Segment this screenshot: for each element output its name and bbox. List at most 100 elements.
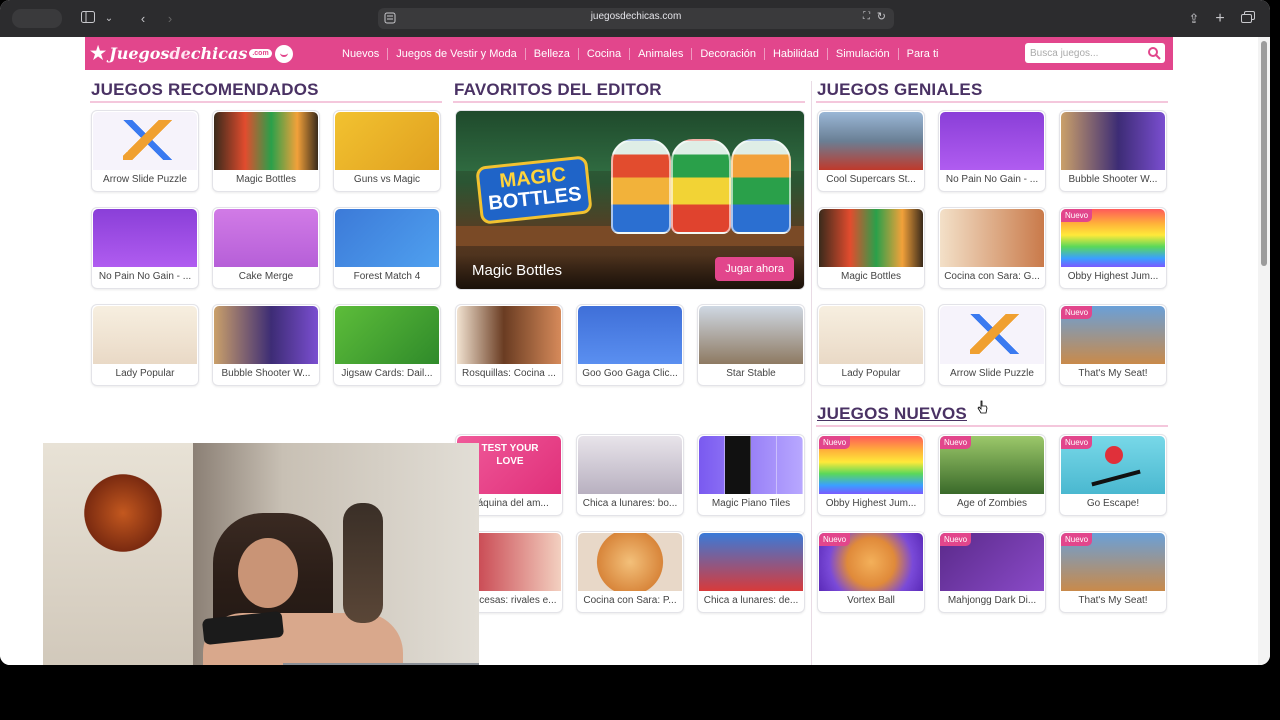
nav-item-simulacion[interactable]: Simulación: [826, 47, 898, 60]
game-thumbnail[interactable]: [93, 306, 197, 364]
game-card[interactable]: Chica a lunares: de...: [697, 531, 805, 613]
address-bar[interactable]: juegosdechicas.com ⛶ ↻: [378, 8, 894, 29]
game-card[interactable]: Star Stable: [697, 304, 805, 386]
game-thumbnail[interactable]: [214, 209, 318, 267]
bottle-red: [611, 139, 671, 234]
game-card[interactable]: No Pain No Gain - ...: [91, 207, 199, 289]
nav-item-vestir[interactable]: Juegos de Vestir y Moda: [387, 47, 524, 60]
game-card[interactable]: Lady Popular: [817, 304, 925, 386]
game-card[interactable]: Chica a lunares: bo...: [576, 434, 684, 516]
scrollbar-thumb[interactable]: [1261, 41, 1267, 266]
game-card[interactable]: Forest Match 4: [333, 207, 441, 289]
game-card[interactable]: Guns vs Magic: [333, 110, 441, 192]
bottle-green: [671, 139, 731, 234]
game-thumbnail[interactable]: [335, 209, 439, 267]
search-icon[interactable]: [1147, 46, 1161, 60]
game-title: Obby Highest Jum...: [1067, 271, 1159, 282]
game-card[interactable]: Bubble Shooter W...: [212, 304, 320, 386]
game-thumbnail[interactable]: [699, 306, 803, 364]
section-title-nuevos[interactable]: JUEGOS NUEVOS: [817, 404, 967, 424]
page-scrollbar[interactable]: [1258, 37, 1270, 665]
game-thumbnail[interactable]: [699, 533, 803, 591]
game-thumbnail[interactable]: [457, 306, 561, 364]
webcam-overlay: [43, 443, 479, 665]
sidebar-toggle-icon[interactable]: [80, 9, 96, 28]
game-title: That's My Seat!: [1078, 595, 1148, 606]
game-title: Age of Zombies: [956, 498, 1028, 509]
game-card[interactable]: Magic Bottles: [817, 207, 925, 289]
game-card[interactable]: Rosquillas: Cocina ...: [455, 304, 563, 386]
game-thumbnail[interactable]: [93, 112, 197, 170]
game-thumbnail[interactable]: [578, 306, 682, 364]
share-icon[interactable]: ⇪: [1186, 9, 1202, 28]
game-card[interactable]: Nuevo Obby Highest Jum...: [1059, 207, 1167, 289]
game-card[interactable]: Cool Supercars St...: [817, 110, 925, 192]
game-card[interactable]: Arrow Slide Puzzle: [938, 304, 1046, 386]
nav-item-habilidad[interactable]: Habilidad: [763, 47, 827, 60]
game-title: Cool Supercars St...: [826, 174, 916, 185]
section-underline: [90, 101, 442, 103]
game-card[interactable]: Nuevo That's My Seat!: [1059, 531, 1167, 613]
new-badge: Nuevo: [940, 436, 972, 449]
game-card[interactable]: Nuevo Mahjongg Dark Di...: [938, 531, 1046, 613]
game-card[interactable]: Nuevo Obby Highest Jum...: [817, 434, 925, 516]
game-thumbnail[interactable]: [819, 209, 923, 267]
game-title: No Pain No Gain - ...: [945, 174, 1039, 185]
play-now-button[interactable]: Jugar ahora: [715, 257, 794, 281]
game-card[interactable]: Nuevo Vortex Ball: [817, 531, 925, 613]
game-thumbnail[interactable]: [819, 112, 923, 170]
game-title: Bubble Shooter W...: [1068, 174, 1158, 185]
chevron-down-icon[interactable]: ⌄: [103, 9, 115, 28]
game-thumbnail[interactable]: [699, 436, 803, 494]
featured-game[interactable]: MAGIC BOTTLES Magic Bottles Jugar ahora: [455, 110, 805, 290]
game-title: Cocina con Sara: G...: [944, 271, 1040, 282]
game-card[interactable]: Goo Goo Gaga Clic...: [576, 304, 684, 386]
window-controls[interactable]: [12, 9, 62, 28]
game-thumbnail[interactable]: [940, 209, 1044, 267]
reload-icon[interactable]: ↻: [877, 10, 886, 23]
game-thumbnail[interactable]: [940, 112, 1044, 170]
featured-caption: Magic Bottles Jugar ahora: [456, 255, 804, 289]
game-card[interactable]: Magic Piano Tiles: [697, 434, 805, 516]
tab-overview-icon[interactable]: [1240, 9, 1256, 28]
game-title: Jigsaw Cards: Dail...: [341, 368, 433, 379]
logo-part-2: de: [169, 44, 191, 63]
new-tab-icon[interactable]: +: [1212, 9, 1228, 28]
game-thumbnail[interactable]: [93, 209, 197, 267]
game-card[interactable]: Nuevo Age of Zombies: [938, 434, 1046, 516]
game-thumbnail[interactable]: [819, 306, 923, 364]
game-card[interactable]: Lady Popular: [91, 304, 199, 386]
game-thumbnail[interactable]: [214, 306, 318, 364]
forward-icon[interactable]: ›: [162, 9, 178, 28]
nav-item-belleza[interactable]: Belleza: [524, 47, 578, 60]
game-card[interactable]: Cocina con Sara: G...: [938, 207, 1046, 289]
game-card[interactable]: Bubble Shooter W...: [1059, 110, 1167, 192]
game-card[interactable]: Cocina con Sara: P...: [576, 531, 684, 613]
game-thumbnail[interactable]: [578, 436, 682, 494]
game-thumbnail[interactable]: [214, 112, 318, 170]
game-thumbnail[interactable]: [578, 533, 682, 591]
game-card[interactable]: Jigsaw Cards: Dail...: [333, 304, 441, 386]
nav-item-cocina[interactable]: Cocina: [577, 47, 629, 60]
game-card[interactable]: Nuevo Go Escape!: [1059, 434, 1167, 516]
column-divider: [811, 81, 812, 665]
platform-icon: [1091, 469, 1141, 487]
nav-item-nuevos[interactable]: Nuevos: [334, 48, 387, 60]
site-logo[interactable]: ★ Juegos de chicas .com: [90, 41, 293, 66]
game-card[interactable]: Arrow Slide Puzzle: [91, 110, 199, 192]
new-badge: Nuevo: [1061, 306, 1093, 319]
back-icon[interactable]: ‹: [135, 9, 151, 28]
game-card[interactable]: No Pain No Gain - ...: [938, 110, 1046, 192]
game-card[interactable]: Magic Bottles: [212, 110, 320, 192]
translate-icon[interactable]: ⛶: [863, 11, 870, 22]
nav-item-decoracion[interactable]: Decoración: [691, 47, 764, 60]
game-thumbnail[interactable]: [1061, 112, 1165, 170]
game-thumbnail[interactable]: [335, 306, 439, 364]
game-card[interactable]: Nuevo That's My Seat!: [1059, 304, 1167, 386]
nav-item-animales[interactable]: Animales: [629, 47, 691, 60]
game-thumbnail[interactable]: [940, 306, 1044, 364]
search-input[interactable]: [1030, 45, 1142, 61]
game-thumbnail[interactable]: [335, 112, 439, 170]
nav-item-para-ti[interactable]: Para ti: [897, 47, 947, 60]
game-card[interactable]: Cake Merge: [212, 207, 320, 289]
